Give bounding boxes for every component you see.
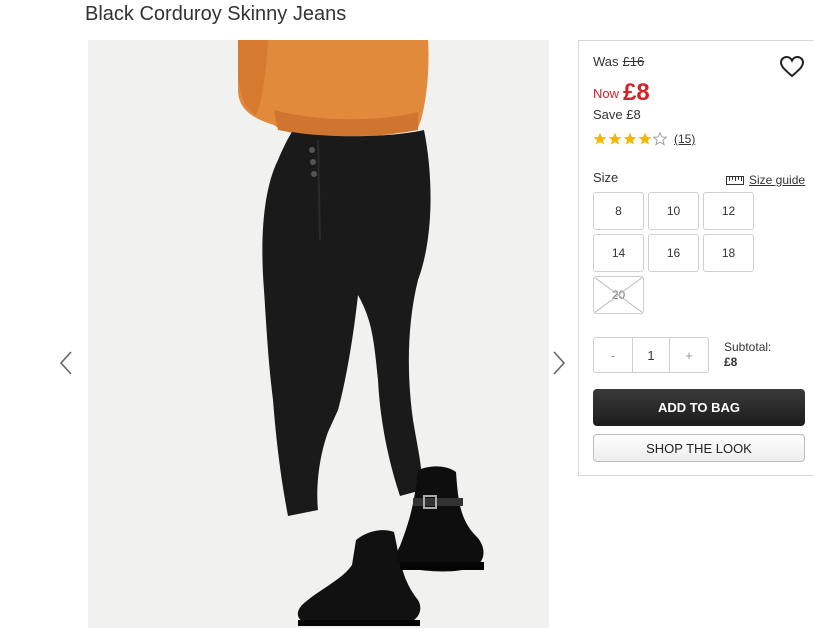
size-option-12[interactable]: 12 <box>703 192 754 230</box>
star-filled-icon <box>623 132 637 145</box>
chevron-left-icon[interactable] <box>58 350 74 376</box>
star-filled-icon <box>593 132 607 145</box>
size-option-20-unavailable[interactable]: 20 <box>593 276 644 314</box>
size-option-14[interactable]: 14 <box>593 234 644 272</box>
now-price: £8 <box>623 79 650 106</box>
size-label: Size <box>593 170 619 185</box>
star-empty-icon <box>653 132 667 146</box>
product-image <box>88 40 549 628</box>
shop-the-look-button[interactable]: SHOP THE LOOK <box>593 434 805 462</box>
ruler-icon <box>726 175 744 185</box>
quantity-input[interactable]: 1 <box>633 338 669 372</box>
size-options: 8 10 12 14 16 18 20 <box>593 192 758 314</box>
review-count-link[interactable]: (15) <box>674 132 695 146</box>
chevron-right-icon[interactable] <box>551 350 567 376</box>
size-option-10[interactable]: 10 <box>648 192 699 230</box>
quantity-decrease-button[interactable]: - <box>594 338 633 372</box>
heart-icon[interactable] <box>779 55 805 79</box>
size-option-8[interactable]: 8 <box>593 192 644 230</box>
quantity-increase-button[interactable]: + <box>669 338 708 372</box>
product-title: Black Corduroy Skinny Jeans <box>85 3 347 25</box>
subtotal: Subtotal: £8 <box>724 340 771 370</box>
was-label: Was <box>593 54 619 69</box>
size-option-18[interactable]: 18 <box>703 234 754 272</box>
size-guide-label: Size guide <box>749 173 806 187</box>
star-filled-icon <box>638 132 652 145</box>
size-guide-link[interactable]: Size guide <box>726 173 805 187</box>
size-option-16[interactable]: 16 <box>648 234 699 272</box>
unavailable-cross-icon <box>594 277 643 313</box>
subtotal-amount: £8 <box>724 355 738 369</box>
quantity-stepper: - 1 + <box>593 337 709 373</box>
star-filled-icon <box>608 132 622 145</box>
add-to-bag-button[interactable]: ADD TO BAG <box>593 389 805 426</box>
model-photo <box>88 40 549 628</box>
rating-stars[interactable]: (15) <box>593 132 695 146</box>
now-label: Now <box>593 86 620 101</box>
purchase-panel: Was £16 Now £8 Save £8 (15) Size Size guid… <box>578 40 814 476</box>
was-price: £16 <box>622 54 645 69</box>
now-price-line: Now £8 <box>593 79 650 107</box>
was-price-line: Was £16 <box>593 54 644 69</box>
save-amount: Save £8 <box>593 107 641 122</box>
subtotal-label: Subtotal: <box>724 340 772 354</box>
